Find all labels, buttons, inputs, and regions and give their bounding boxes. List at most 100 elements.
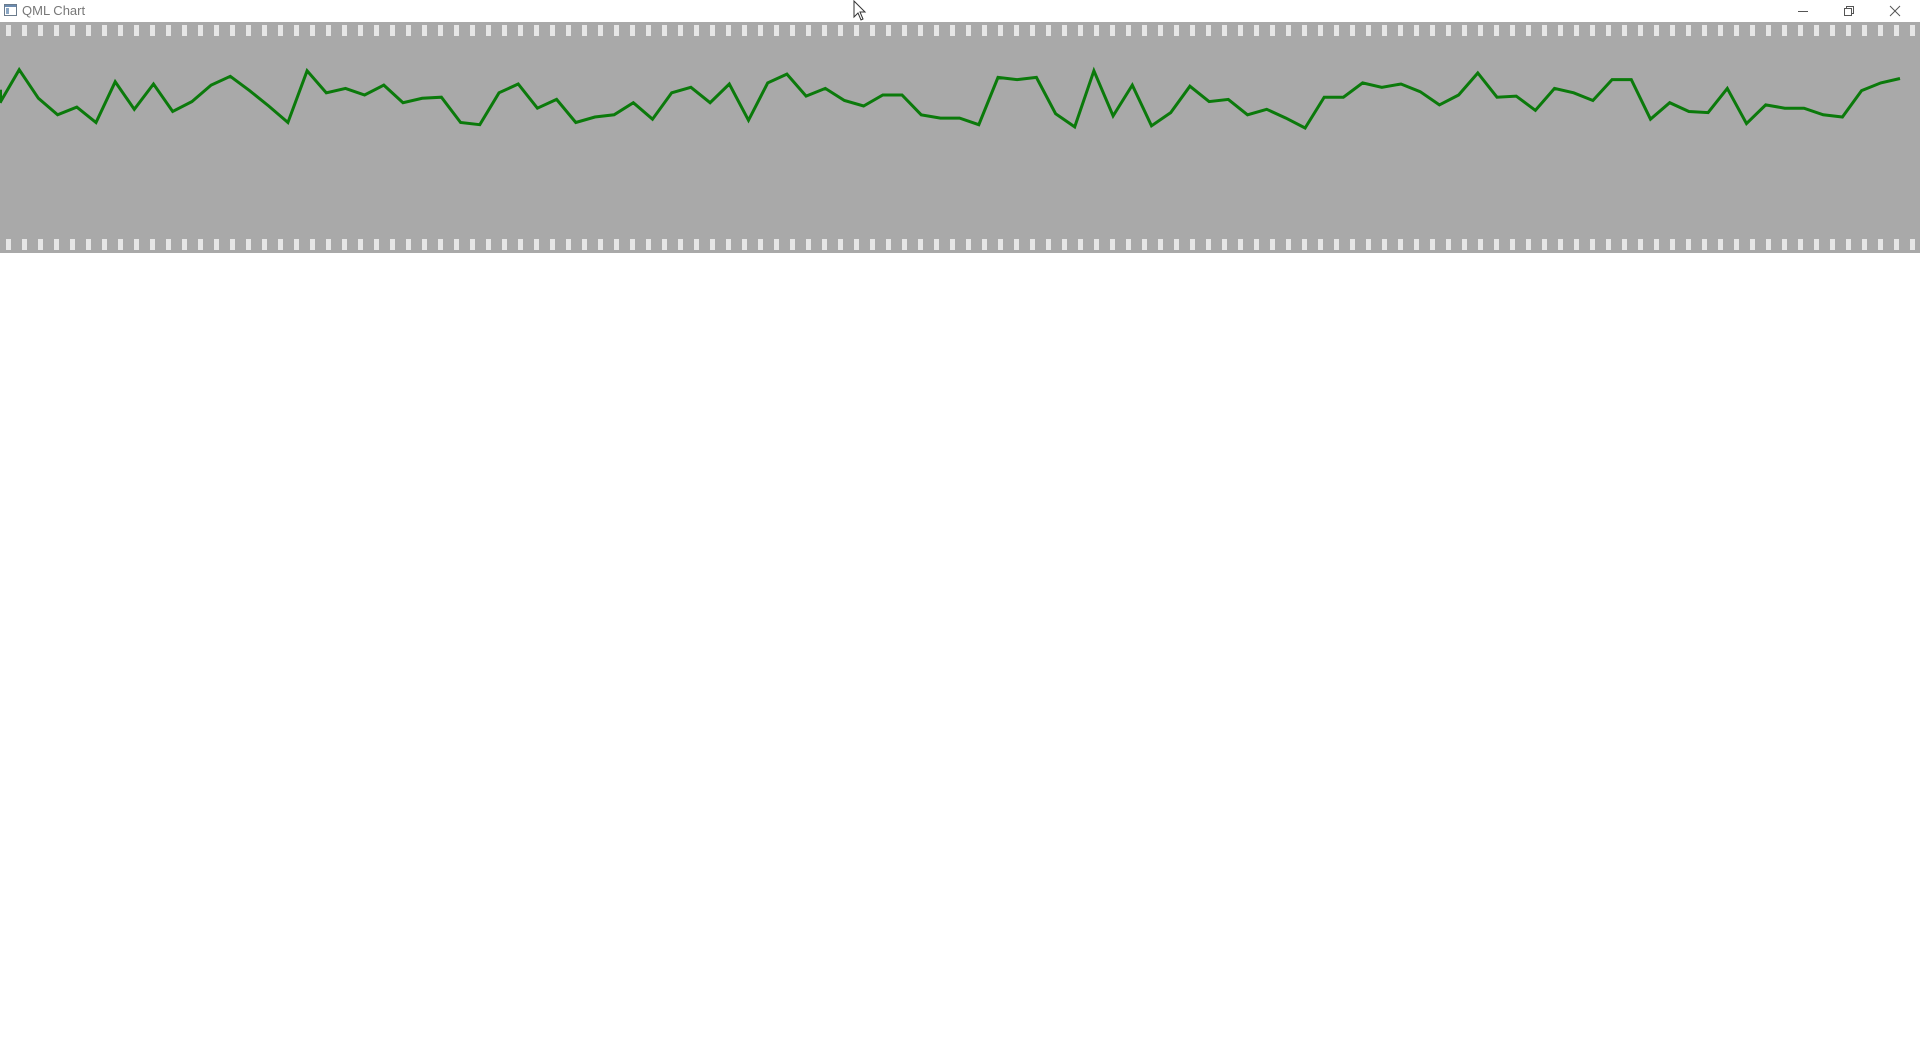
top-tick-mark	[406, 25, 411, 36]
top-tick-mark	[1574, 25, 1579, 36]
app-window-icon	[4, 4, 17, 16]
top-tick-mark	[22, 25, 27, 36]
top-tick-mark	[374, 25, 379, 36]
bottom-tick-mark	[1686, 239, 1691, 250]
restore-button[interactable]	[1826, 0, 1872, 22]
top-tick-mark	[1846, 25, 1851, 36]
bottom-tick-mark	[454, 239, 459, 250]
title-bar[interactable]: QML Chart	[0, 0, 1920, 22]
top-tick-mark	[38, 25, 43, 36]
top-tick-mark	[1718, 25, 1723, 36]
top-tick-mark	[998, 25, 1003, 36]
bottom-tick-mark	[310, 239, 315, 250]
bottom-tick-mark	[358, 239, 363, 250]
top-tick-mark	[438, 25, 443, 36]
top-tick-mark	[1158, 25, 1163, 36]
top-tick-mark	[886, 25, 891, 36]
top-tick-mark	[1078, 25, 1083, 36]
bottom-tick-mark	[326, 239, 331, 250]
top-tick-mark	[1494, 25, 1499, 36]
top-tick-mark	[566, 25, 571, 36]
bottom-tick-mark	[22, 239, 27, 250]
top-tick-mark	[70, 25, 75, 36]
top-tick-mark	[630, 25, 635, 36]
plot-background	[0, 22, 1920, 253]
top-tick-mark	[1222, 25, 1227, 36]
bottom-tick-mark	[1382, 239, 1387, 250]
top-tick-mark	[1670, 25, 1675, 36]
top-tick-mark	[1350, 25, 1355, 36]
top-tick-mark	[294, 25, 299, 36]
top-tick-mark	[118, 25, 123, 36]
top-tick-mark	[758, 25, 763, 36]
bottom-tick-mark	[1670, 239, 1675, 250]
bottom-tick-mark	[422, 239, 427, 250]
top-tick-mark	[214, 25, 219, 36]
bottom-tick-mark	[1158, 239, 1163, 250]
close-button[interactable]	[1872, 0, 1918, 22]
bottom-tick-mark	[550, 239, 555, 250]
top-tick-mark	[342, 25, 347, 36]
bottom-tick-mark	[1446, 239, 1451, 250]
bottom-tick-mark	[726, 239, 731, 250]
bottom-tick-mark	[1798, 239, 1803, 250]
window-title: QML Chart	[22, 3, 86, 18]
bottom-tick-mark	[294, 239, 299, 250]
bottom-tick-mark	[1334, 239, 1339, 250]
minimize-button[interactable]	[1780, 0, 1826, 22]
mouse-cursor-icon	[853, 0, 867, 21]
bottom-tick-mark	[886, 239, 891, 250]
top-tick-mark	[694, 25, 699, 36]
top-tick-mark	[966, 25, 971, 36]
top-tick-mark	[1814, 25, 1819, 36]
bottom-tick-mark	[1174, 239, 1179, 250]
bottom-tick-mark	[1302, 239, 1307, 250]
top-tick-mark	[550, 25, 555, 36]
bottom-tick-mark	[1590, 239, 1595, 250]
bottom-tick-mark	[70, 239, 75, 250]
top-tick-mark	[1238, 25, 1243, 36]
bottom-tick-mark	[950, 239, 955, 250]
top-tick-mark	[502, 25, 507, 36]
top-tick-mark	[742, 25, 747, 36]
bottom-tick-mark	[1702, 239, 1707, 250]
top-tick-mark	[518, 25, 523, 36]
top-tick-mark	[358, 25, 363, 36]
bottom-tick-mark	[262, 239, 267, 250]
bottom-tick-mark	[1318, 239, 1323, 250]
bottom-tick-mark	[182, 239, 187, 250]
bottom-tick-mark	[534, 239, 539, 250]
bottom-tick-mark	[1862, 239, 1867, 250]
bottom-tick-mark	[406, 239, 411, 250]
top-tick-mark	[1622, 25, 1627, 36]
bottom-tick-mark	[1830, 239, 1835, 250]
bottom-tick-mark	[1750, 239, 1755, 250]
top-tick-mark	[1558, 25, 1563, 36]
bottom-tick-mark	[502, 239, 507, 250]
bottom-tick-mark	[662, 239, 667, 250]
bottom-tick-mark	[198, 239, 203, 250]
bottom-tick-mark	[230, 239, 235, 250]
top-tick-mark	[1686, 25, 1691, 36]
top-tick-mark	[486, 25, 491, 36]
top-tick-mark	[1894, 25, 1899, 36]
top-tick-mark	[390, 25, 395, 36]
top-tick-mark	[134, 25, 139, 36]
bottom-tick-mark	[902, 239, 907, 250]
app-window: QML Chart	[0, 0, 1920, 1040]
bottom-tick-mark	[1366, 239, 1371, 250]
top-tick-mark	[1318, 25, 1323, 36]
top-tick-mark	[1094, 25, 1099, 36]
bottom-tick-mark	[1046, 239, 1051, 250]
top-tick-mark	[902, 25, 907, 36]
bottom-tick-mark	[1142, 239, 1147, 250]
top-tick-mark	[1142, 25, 1147, 36]
close-icon	[1889, 5, 1901, 17]
top-tick-mark	[262, 25, 267, 36]
top-tick-mark	[246, 25, 251, 36]
bottom-tick-mark	[1574, 239, 1579, 250]
bottom-tick-mark	[1190, 239, 1195, 250]
bottom-tick-mark	[966, 239, 971, 250]
top-tick-mark	[1206, 25, 1211, 36]
bottom-tick-mark	[1846, 239, 1851, 250]
